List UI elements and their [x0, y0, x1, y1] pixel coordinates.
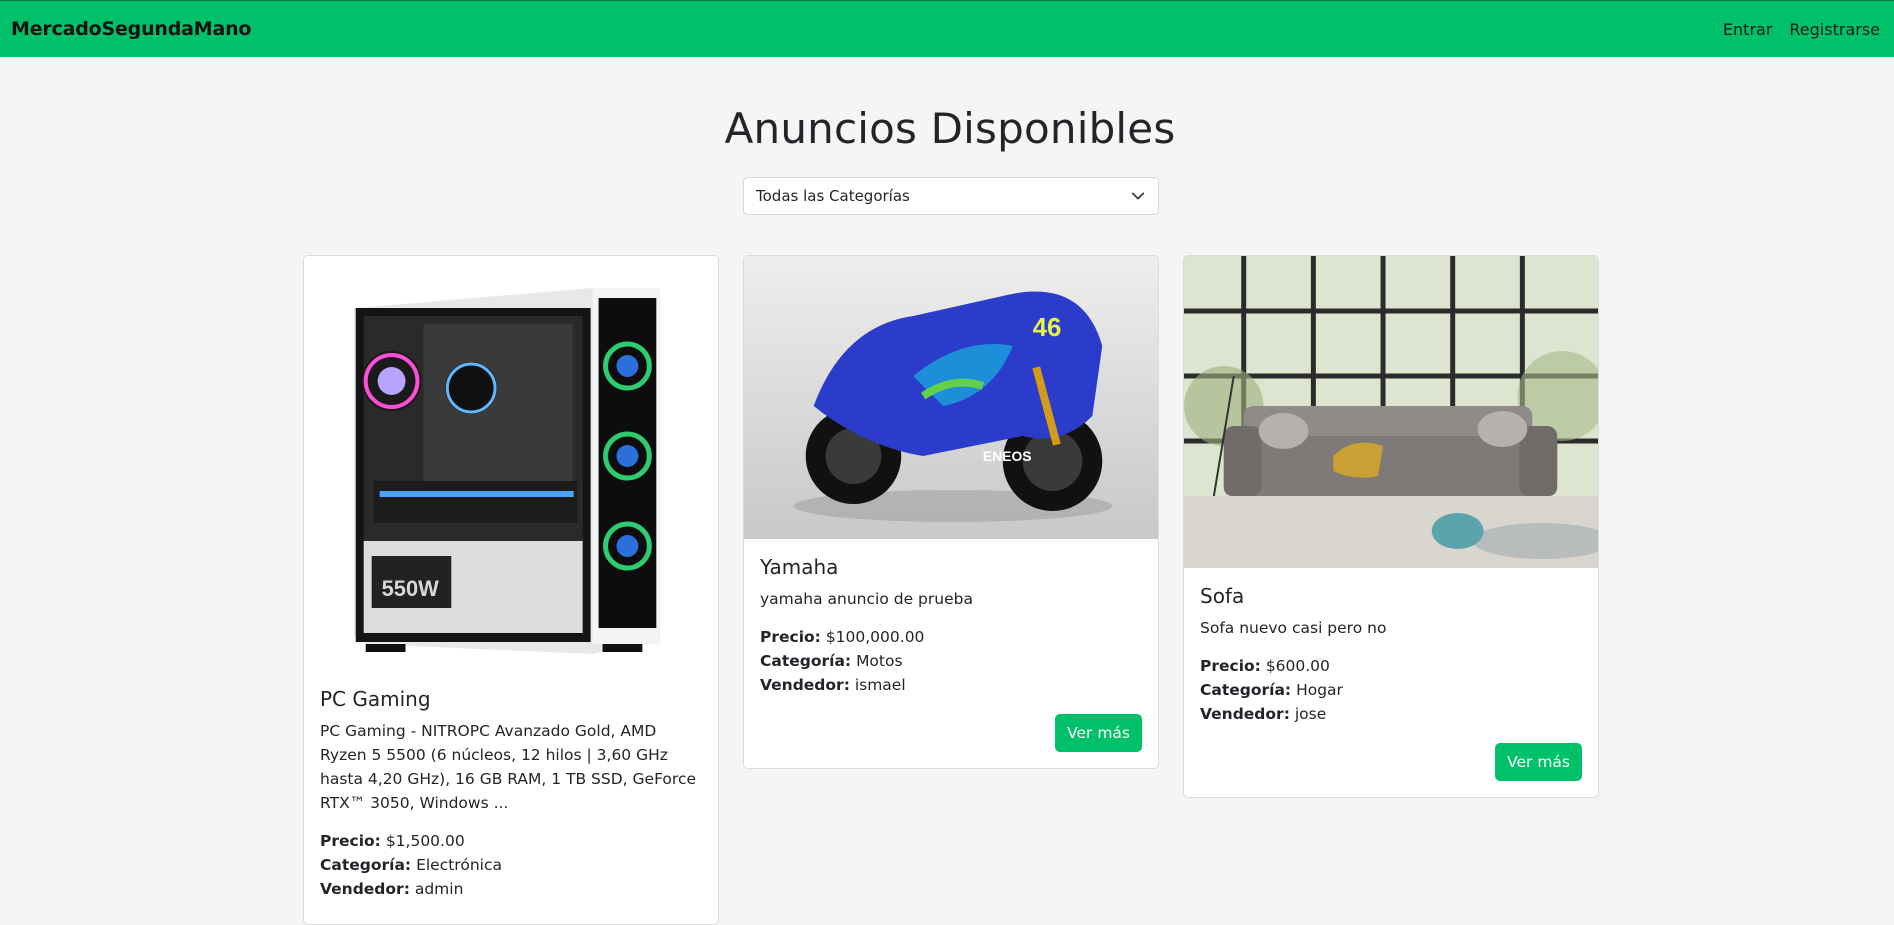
listing-seller: Vendedor: jose — [1200, 702, 1582, 726]
price-label: Precio: — [1200, 657, 1261, 675]
listing-title: PC Gaming — [320, 687, 431, 711]
listing-price: Precio: $100,000.00 — [760, 625, 1142, 649]
listing-price: Precio: $600.00 — [1200, 654, 1582, 678]
listing-description: yamaha anuncio de prueba — [760, 590, 973, 608]
listing-card: 46 ENEOS Yamaha yamaha anuncio de prueba… — [743, 255, 1159, 769]
listing-category: Categoría: Motos — [760, 649, 1142, 673]
price-value: $1,500.00 — [385, 832, 465, 850]
listing-seller: Vendedor: ismael — [760, 673, 1142, 697]
seller-value: ismael — [854, 676, 906, 694]
category-select-value: Todas las Categorías — [756, 187, 910, 205]
pc-case-image: 550W — [304, 256, 718, 676]
chevron-down-icon — [1131, 192, 1145, 200]
price-value: $600.00 — [1265, 657, 1330, 675]
listing-category: Categoría: Electrónica — [320, 853, 702, 877]
price-label: Precio: — [320, 832, 381, 850]
listing-title: Yamaha — [760, 555, 839, 579]
card-body: PC Gaming PC Gaming - NITROPC Avanzado G… — [320, 687, 702, 901]
listing-description: Sofa nuevo casi pero no — [1200, 619, 1387, 637]
listing-category: Categoría: Hogar — [1200, 678, 1582, 702]
card-body: Yamaha yamaha anuncio de prueba Precio: … — [760, 555, 1142, 697]
price-label: Precio: — [760, 628, 821, 646]
brand-logo[interactable]: MercadoSegundaMano — [11, 18, 251, 40]
listing-title: Sofa — [1200, 584, 1245, 608]
svg-text:46: 46 — [1033, 314, 1062, 342]
seller-label: Vendedor: — [320, 880, 410, 898]
card-body: Sofa Sofa nuevo casi pero no Precio: $60… — [1200, 584, 1582, 726]
view-more-button[interactable]: Ver más — [1055, 714, 1142, 752]
category-label: Categoría: — [1200, 681, 1292, 699]
listing-card: Sofa Sofa nuevo casi pero no Precio: $60… — [1183, 255, 1599, 798]
listing-description: PC Gaming - NITROPC Avanzado Gold, AMD R… — [320, 722, 697, 812]
category-value: Motos — [856, 652, 903, 670]
login-link[interactable]: Entrar — [1723, 20, 1772, 39]
seller-label: Vendedor: — [760, 676, 850, 694]
navbar: MercadoSegundaMano Entrar Registrarse — [0, 0, 1894, 57]
listing-price: Precio: $1,500.00 — [320, 829, 702, 853]
motorcycle-image: 46 ENEOS — [744, 256, 1158, 539]
seller-value: admin — [414, 880, 464, 898]
svg-text:550W: 550W — [382, 576, 439, 601]
listing-seller: Vendedor: admin — [320, 877, 702, 901]
listing-card: 550W PC Gaming PC Gaming - NITROPC Avanz… — [303, 255, 719, 925]
register-link[interactable]: Registrarse — [1789, 20, 1880, 39]
seller-value: jose — [1294, 705, 1327, 723]
page-title: Anuncios Disponibles — [724, 104, 1176, 153]
svg-text:ENEOS: ENEOS — [983, 448, 1032, 464]
category-value: Electrónica — [416, 856, 502, 874]
seller-label: Vendedor: — [1200, 705, 1290, 723]
category-label: Categoría: — [760, 652, 852, 670]
category-value: Hogar — [1296, 681, 1343, 699]
nav-links: Entrar Registrarse — [1706, 20, 1880, 39]
view-more-button[interactable]: Ver más — [1495, 743, 1582, 781]
category-label: Categoría: — [320, 856, 412, 874]
category-select[interactable]: Todas las Categorías — [743, 177, 1159, 215]
price-value: $100,000.00 — [825, 628, 925, 646]
sofa-image — [1184, 256, 1598, 568]
